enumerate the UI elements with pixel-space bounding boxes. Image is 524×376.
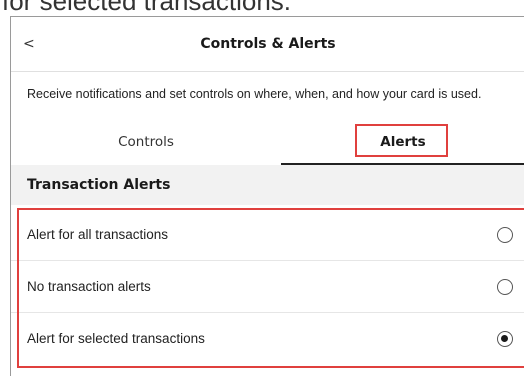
tab-controls[interactable]: Controls xyxy=(11,121,281,163)
chevron-left-icon: < xyxy=(23,36,35,52)
page-title: Controls & Alerts xyxy=(200,36,336,52)
back-button[interactable]: < xyxy=(23,31,47,57)
header-bar: Controls & Alerts < xyxy=(11,17,524,72)
options-highlight xyxy=(17,208,524,368)
description-text: Receive notifications and set controls o… xyxy=(27,87,482,101)
screenshot-root: for selected transactions. Controls & Al… xyxy=(0,0,524,376)
alerts-tab-highlight xyxy=(355,124,448,157)
caption-text: for selected transactions. xyxy=(2,0,292,16)
section-header: Transaction Alerts xyxy=(11,165,524,205)
controls-alerts-panel: Controls & Alerts < Receive notification… xyxy=(10,16,524,376)
